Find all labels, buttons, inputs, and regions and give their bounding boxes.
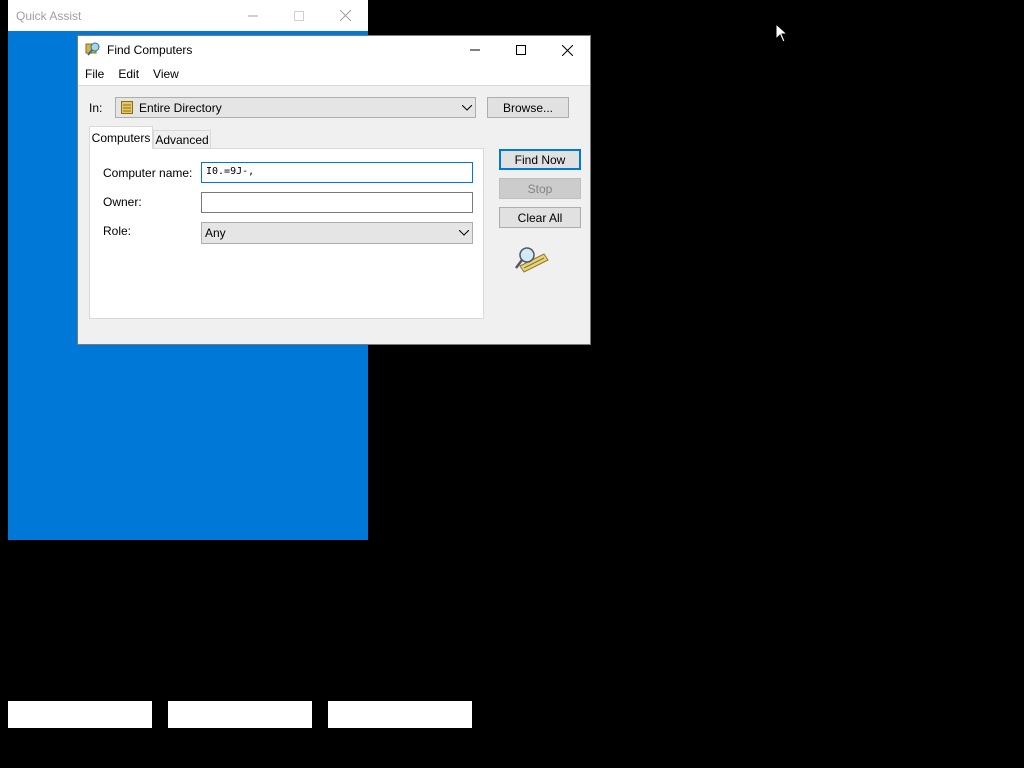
computer-name-label: Computer name:	[103, 166, 193, 180]
minimize-icon	[470, 49, 480, 51]
mouse-cursor-icon	[775, 23, 789, 43]
maximize-icon	[516, 45, 526, 55]
tab-advanced[interactable]: Advanced	[153, 130, 211, 148]
dialog-titlebar[interactable]: Find Computers	[78, 36, 590, 64]
owner-label: Owner:	[103, 195, 142, 209]
computer-name-input[interactable]: I0.=9J-,	[201, 162, 473, 183]
in-label: In:	[89, 101, 103, 115]
taskbar-item-1[interactable]	[8, 701, 152, 728]
close-icon	[561, 44, 573, 56]
taskbar-item-3[interactable]	[328, 701, 472, 728]
role-value: Any	[205, 226, 226, 240]
quick-assist-title: Quick Assist	[16, 8, 82, 23]
quick-assist-close-button[interactable]	[322, 0, 368, 31]
role-dropdown[interactable]: Any	[201, 222, 473, 244]
menu-file[interactable]: File	[78, 64, 111, 85]
owner-input[interactable]	[201, 192, 473, 213]
chevron-down-icon	[456, 230, 472, 236]
tab-computers[interactable]: Computers	[89, 126, 153, 149]
dialog-title: Find Computers	[107, 43, 193, 57]
quick-assist-maximize-button[interactable]	[276, 0, 322, 31]
role-label: Role:	[103, 224, 132, 238]
dialog-minimize-button[interactable]	[452, 36, 498, 64]
in-location-value: Entire Directory	[139, 100, 222, 115]
find-computers-icon	[85, 42, 100, 56]
clear-all-button[interactable]: Clear All	[499, 207, 581, 228]
menu-bar: File Edit View	[78, 64, 590, 86]
taskbar-item-2[interactable]	[168, 701, 312, 728]
search-binoculars-icon	[515, 247, 549, 273]
quick-assist-titlebar[interactable]: Quick Assist	[8, 0, 368, 31]
browse-button[interactable]: Browse...	[487, 97, 569, 118]
minimize-icon	[248, 15, 258, 16]
chevron-down-icon	[459, 104, 475, 111]
directory-icon	[121, 101, 133, 114]
menu-view[interactable]: View	[146, 64, 186, 85]
find-computers-dialog: Find Computers File Edit View In: Entire…	[77, 35, 591, 345]
stop-button[interactable]: Stop	[499, 178, 581, 199]
find-now-button[interactable]: Find Now	[499, 149, 581, 170]
dialog-close-button[interactable]	[544, 36, 590, 64]
close-icon	[339, 10, 351, 21]
maximize-icon	[294, 10, 304, 21]
computers-tab-panel: Computer name: I0.=9J-, Owner: Role: Any	[89, 148, 484, 319]
in-location-dropdown[interactable]: Entire Directory	[115, 97, 476, 118]
quick-assist-minimize-button[interactable]	[230, 0, 276, 31]
menu-edit[interactable]: Edit	[111, 64, 146, 85]
dialog-maximize-button[interactable]	[498, 36, 544, 64]
